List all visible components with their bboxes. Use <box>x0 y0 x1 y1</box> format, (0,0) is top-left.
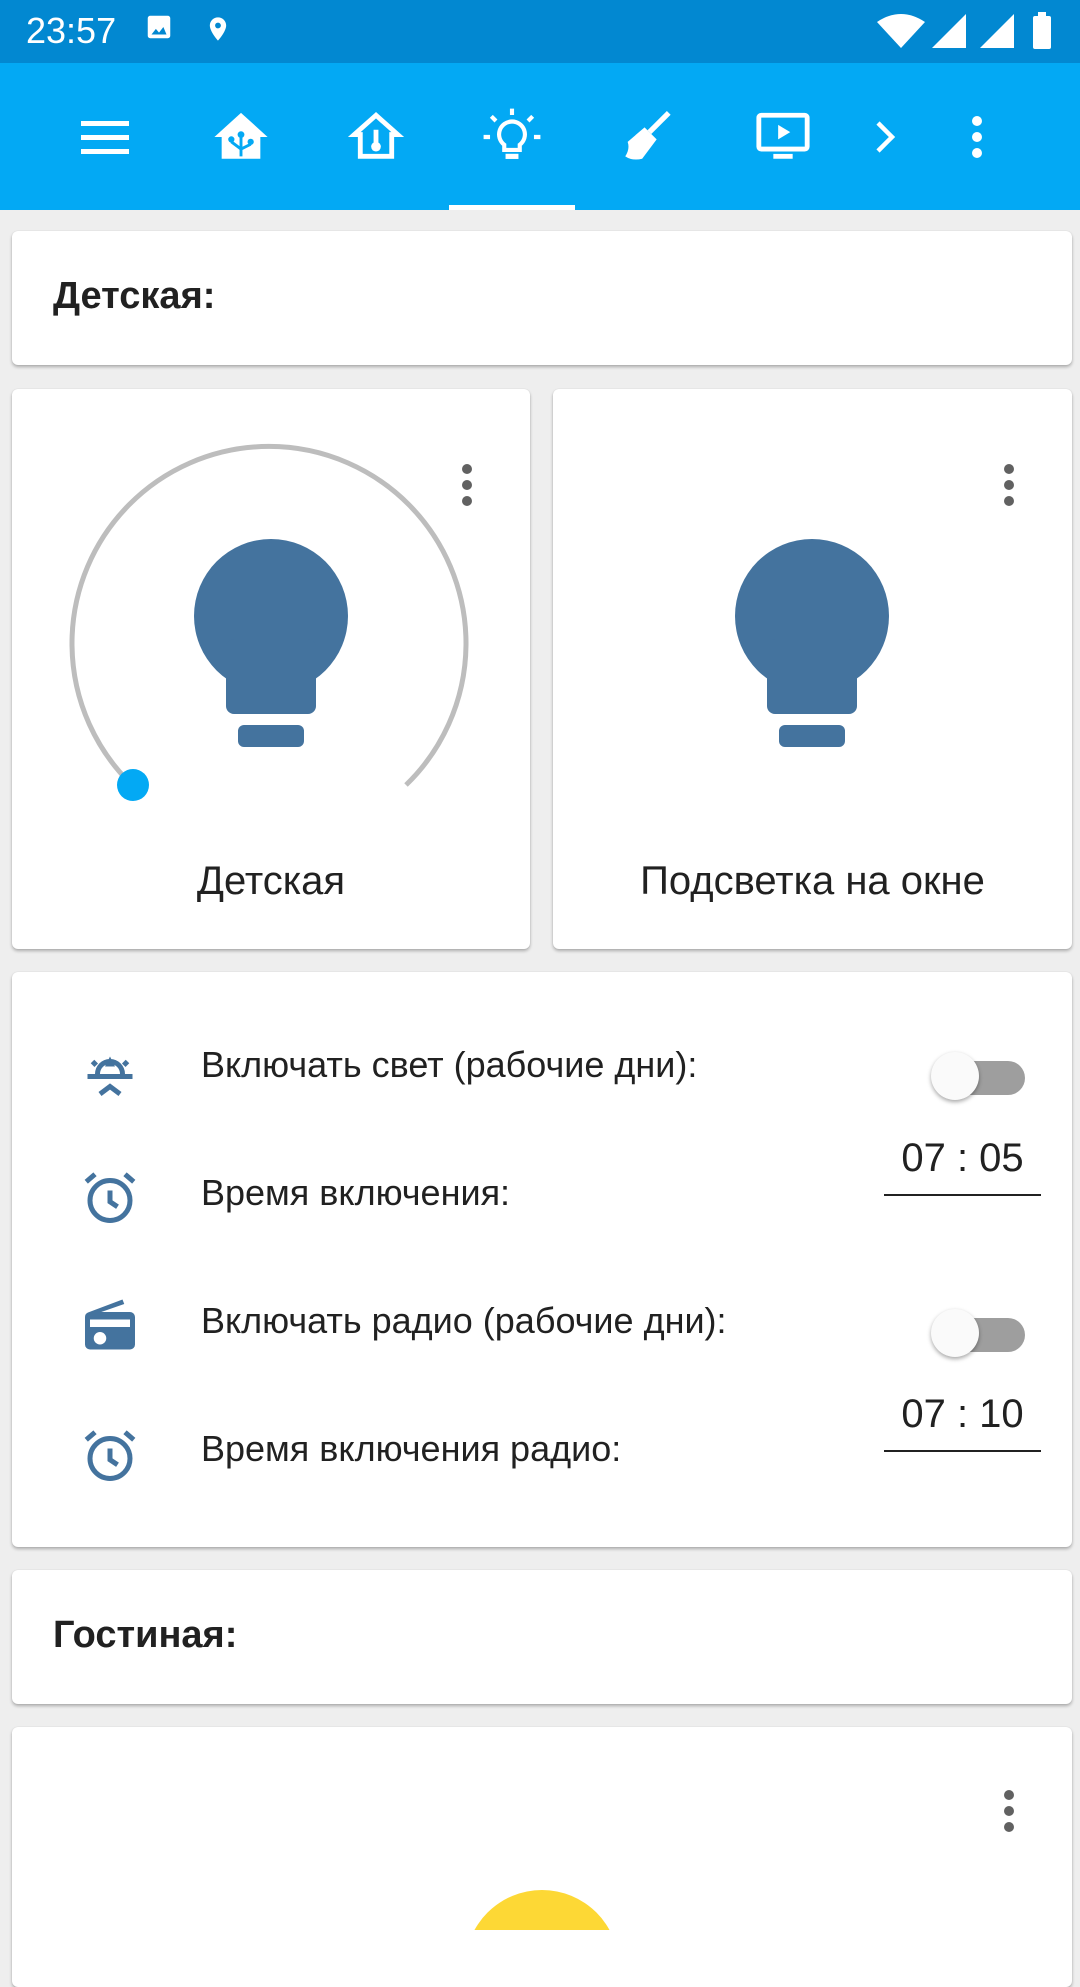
section-header-detskaya: Детская: <box>12 231 1072 365</box>
broom-icon <box>625 110 671 160</box>
time-value: 07 : 10 <box>901 1392 1024 1436</box>
lightbulb-icon <box>194 539 348 747</box>
alarm-clock-icon <box>84 1430 136 1481</box>
time-value: 07 : 05 <box>901 1136 1024 1180</box>
lightbulb-icon <box>735 539 889 747</box>
home-thermometer-icon <box>347 111 405 159</box>
row-label: Время включения: <box>201 1172 511 1213</box>
home-assistant-icon <box>214 112 268 159</box>
menu-icon <box>81 120 129 154</box>
tab-cleaning[interactable] <box>592 63 702 210</box>
minute-value: 05 <box>979 1136 1024 1180</box>
light-card-gostinaya[interactable] <box>12 1727 1072 1987</box>
lightbulb-icon <box>474 1890 610 1930</box>
section-title: Гостиная: <box>53 1614 238 1656</box>
more-info-button[interactable] <box>984 1776 1034 1846</box>
overflow-menu-icon <box>1004 1790 1014 1832</box>
radio-icon <box>85 1299 135 1350</box>
overflow-menu-button[interactable] <box>952 63 1002 210</box>
light-time-input[interactable]: 07 : 05 <box>884 1128 1041 1196</box>
hour-value: 07 <box>901 1136 946 1180</box>
minute-value: 10 <box>979 1392 1024 1436</box>
automation-card: Включать свет (рабочие дни): Время включ… <box>12 972 1072 1547</box>
light-name: Детская <box>196 859 346 903</box>
radio-time-input[interactable]: 07 : 10 <box>884 1384 1041 1452</box>
row-label: Время включения радио: <box>201 1428 622 1469</box>
more-info-button[interactable] <box>984 450 1034 520</box>
toggle-knob <box>931 1052 979 1100</box>
overflow-menu-icon <box>1004 464 1014 506</box>
tab-climate[interactable] <box>321 63 431 210</box>
row-label: Включать радио (рабочие дни): <box>201 1300 727 1341</box>
tab-media[interactable] <box>728 63 838 210</box>
section-title: Детская: <box>53 275 216 317</box>
sun-rise-icon <box>87 1056 133 1096</box>
tab-home[interactable] <box>186 63 296 210</box>
wifi-icon <box>877 14 925 48</box>
hour-value: 07 <box>901 1392 946 1436</box>
brightness-slider-handle[interactable] <box>117 769 149 801</box>
radio-weekdays-toggle[interactable] <box>931 1307 1031 1357</box>
battery-icon <box>1033 12 1051 49</box>
app-toolbar <box>0 63 1080 210</box>
active-tab-indicator <box>449 205 575 210</box>
menu-button[interactable] <box>50 63 160 210</box>
row-label: Включать свет (рабочие дни): <box>201 1044 698 1085</box>
light-card-window[interactable]: Подсветка на окне <box>553 389 1072 949</box>
signal-icon <box>980 14 1014 48</box>
light-card-detskaya[interactable]: Детская <box>12 389 530 949</box>
status-time: 23:57 <box>26 10 117 51</box>
status-bar: 23:57 <box>0 0 1080 63</box>
image-icon <box>147 15 171 39</box>
toggle-knob <box>931 1309 979 1357</box>
section-header-gostinaya: Гостиная: <box>12 1570 1072 1704</box>
overflow-menu-icon <box>972 115 982 158</box>
tabs-scroll-right-button[interactable] <box>855 63 915 210</box>
signal-icon <box>932 14 966 48</box>
alarm-clock-icon <box>84 1172 136 1223</box>
light-weekdays-toggle[interactable] <box>931 1050 1031 1100</box>
chevron-right-icon <box>876 120 896 153</box>
television-play-icon <box>756 112 810 159</box>
location-icon <box>209 17 227 41</box>
tab-lights[interactable] <box>457 63 567 210</box>
light-name: Подсветка на окне <box>640 859 985 903</box>
lightbulb-on-icon <box>483 108 541 159</box>
